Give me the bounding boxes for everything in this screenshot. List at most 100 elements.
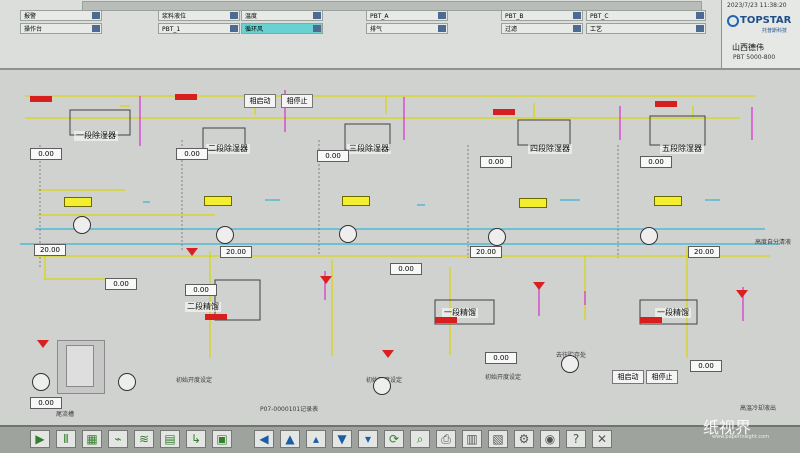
down2-icon[interactable]: ▾ — [358, 430, 378, 448]
control-button[interactable]: 相启动 — [244, 94, 276, 108]
watermark: 纸视界 www.paperinsight.com — [703, 414, 793, 447]
watermark-subtitle: www.paperinsight.com — [712, 434, 770, 440]
layout2-icon[interactable]: ▧ — [488, 430, 508, 448]
status-indicator — [204, 196, 232, 206]
process-readout: 0.00 — [390, 263, 422, 275]
pump-icon[interactable] — [640, 227, 658, 245]
alarm-cell[interactable]: 过滤 — [501, 23, 583, 34]
alarm-button-icon[interactable] — [92, 25, 100, 32]
alarm-button-icon[interactable] — [313, 12, 321, 19]
process-readout: 0.00 — [176, 148, 208, 160]
process-note: 初始开度设定 — [485, 374, 522, 381]
trend-icon[interactable]: ≋ — [134, 430, 154, 448]
grid-icon[interactable]: ▦ — [82, 430, 102, 448]
help-icon[interactable]: ? — [566, 430, 586, 448]
alarm-cell[interactable]: PBT_B — [501, 10, 583, 21]
pump-icon[interactable] — [73, 216, 91, 234]
company-panel: 2023/7/23 11:38:20 TOPSTAR 托普斯科技 山西德伟 PB… — [721, 0, 800, 68]
alarm-cell[interactable]: 浆料液位 — [158, 10, 240, 21]
process-note: P07-0000101记录表 — [260, 406, 319, 413]
exit-icon[interactable]: ✕ — [592, 430, 612, 448]
alarm-cell[interactable]: PBT_A — [366, 10, 448, 21]
refresh-icon[interactable]: ⟳ — [384, 430, 404, 448]
control-valve-icon[interactable] — [320, 276, 332, 284]
alarm-cell[interactable]: PBT_C — [586, 10, 706, 21]
control-button[interactable]: 相停止 — [281, 94, 313, 108]
layout-icon[interactable]: ▥ — [462, 430, 482, 448]
pump-icon[interactable] — [339, 225, 357, 243]
pump-icon[interactable] — [118, 373, 136, 391]
alarm-button-icon[interactable] — [313, 25, 321, 32]
alarm-indicator — [175, 94, 197, 100]
pump-icon[interactable] — [32, 373, 50, 391]
process-readout: 20.00 — [34, 244, 66, 256]
dehumidifier-label: 四段除湿器 — [528, 144, 572, 154]
process-readout: 0.00 — [485, 352, 517, 364]
alarm-cell[interactable]: 操作台 — [20, 23, 102, 34]
process-note: 高度自分清液 — [755, 239, 792, 246]
pump-icon[interactable] — [561, 355, 579, 373]
up2-icon[interactable]: ▴ — [306, 430, 326, 448]
save-icon[interactable]: ▣ — [212, 430, 232, 448]
control-valve-icon[interactable] — [736, 290, 748, 298]
alarm-button-icon[interactable] — [230, 25, 238, 32]
alarm-button-icon[interactable] — [92, 12, 100, 19]
alarm-cell[interactable]: 循环风 — [241, 23, 323, 34]
dehumidifier-label: 二段除湿器 — [206, 144, 250, 154]
print-icon[interactable]: ⎙ — [436, 430, 456, 448]
alarm-label: 过滤 — [505, 26, 518, 33]
alarm-indicator — [30, 96, 52, 102]
status-indicator — [64, 197, 92, 207]
control-valve-icon[interactable] — [533, 282, 545, 290]
dehumidifier-label: 三段除湿器 — [347, 144, 391, 154]
status-indicator — [519, 198, 547, 208]
process-readout: 0.00 — [30, 148, 62, 160]
control-button[interactable]: 相启动 — [612, 370, 644, 384]
pump-icon[interactable] — [216, 226, 234, 244]
down-icon[interactable]: ▼ — [332, 430, 352, 448]
alarm-cell[interactable]: 报警 — [20, 10, 102, 21]
alarm-label: 操作台 — [24, 26, 43, 33]
play-icon[interactable]: ▶ — [30, 430, 50, 448]
export-icon[interactable]: ↳ — [186, 430, 206, 448]
alarm-label: 循环风 — [245, 26, 264, 33]
alarm-button-icon[interactable] — [696, 25, 704, 32]
alarm-button-icon[interactable] — [696, 12, 704, 19]
control-valve-icon[interactable] — [186, 248, 198, 256]
brand-logo-icon — [727, 15, 739, 27]
alarm-button-icon[interactable] — [438, 25, 446, 32]
pipe-layer — [20, 90, 780, 358]
control-valve-icon[interactable] — [382, 350, 394, 358]
alarm-cell[interactable]: 排气 — [366, 23, 448, 34]
alarm-button-icon[interactable] — [573, 12, 581, 19]
control-button[interactable]: 相停止 — [646, 370, 678, 384]
alarm-label: PBT_B — [505, 13, 524, 20]
pause-icon[interactable]: Ⅱ — [56, 430, 76, 448]
process-readout: 0.00 — [640, 156, 672, 168]
document-icon[interactable]: ▤ — [160, 430, 180, 448]
alarm-cell[interactable]: PBT_1 — [158, 23, 240, 34]
alarm-cell[interactable]: 温度 — [241, 10, 323, 21]
back-icon[interactable]: ◀ — [254, 430, 274, 448]
control-valve-icon[interactable] — [37, 340, 49, 348]
pump-icon[interactable] — [488, 228, 506, 246]
alarm-button-icon[interactable] — [230, 12, 238, 19]
up-icon[interactable]: ▲ — [280, 430, 300, 448]
settings-icon[interactable]: ⚙ — [514, 430, 534, 448]
zoom-icon[interactable]: ⌕ — [410, 430, 430, 448]
company-name: 山西德伟 — [732, 43, 764, 52]
alarm-button-icon[interactable] — [438, 12, 446, 19]
process-readout: 20.00 — [470, 246, 502, 258]
chart-icon[interactable]: ⌁ — [108, 430, 128, 448]
alarm-indicator — [493, 109, 515, 115]
alarm-button-icon[interactable] — [573, 25, 581, 32]
process-readout: 20.00 — [220, 246, 252, 258]
process-note: 初始开度设定 — [176, 377, 213, 384]
pump-icon[interactable] — [373, 377, 391, 395]
alarm-cell[interactable]: 工艺 — [586, 23, 706, 34]
process-readout: 0.00 — [690, 360, 722, 372]
camera-icon[interactable]: ◉ — [540, 430, 560, 448]
alarm-label: 工艺 — [590, 26, 603, 33]
brand-name: TOPSTAR — [740, 15, 792, 26]
process-note: 尾流槽 — [56, 411, 75, 418]
